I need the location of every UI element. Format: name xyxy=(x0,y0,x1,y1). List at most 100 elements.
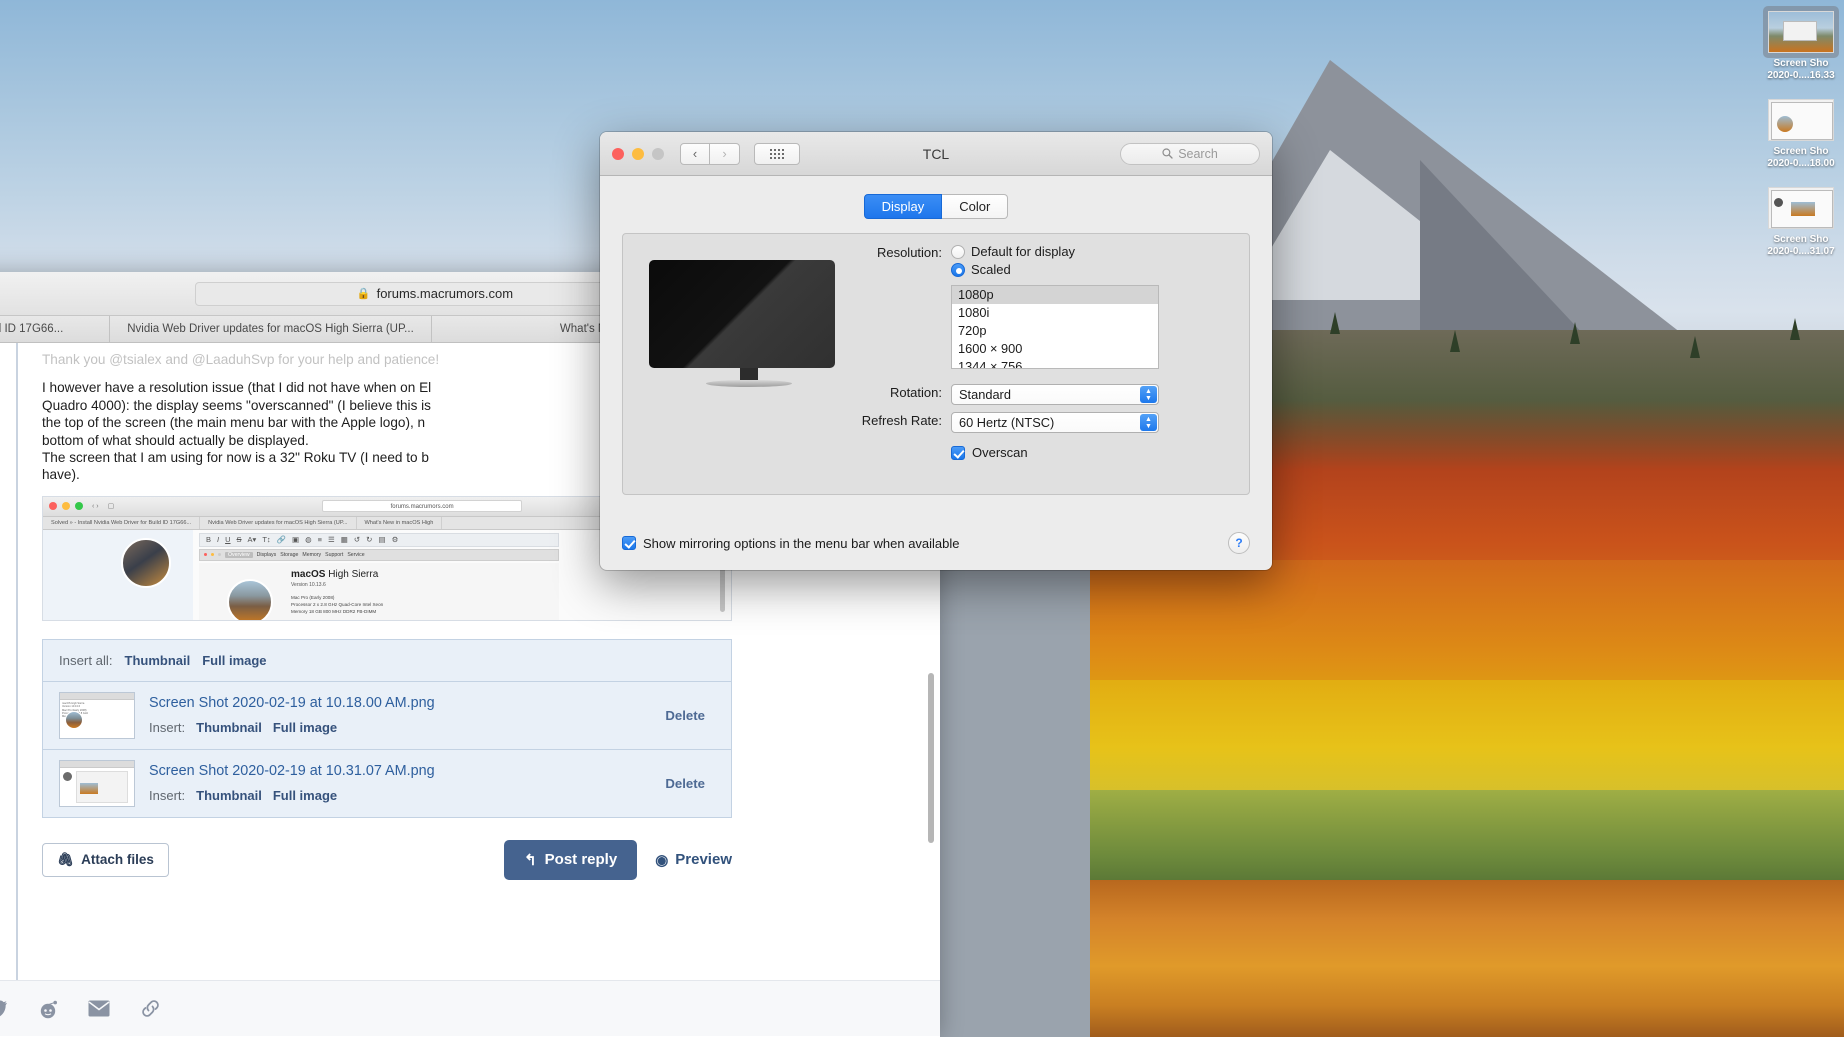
link-icon[interactable] xyxy=(140,998,161,1019)
desktop-icon-label-line1: Screen Sho xyxy=(1759,58,1843,70)
attachment-delete-link[interactable]: Delete xyxy=(665,708,715,723)
about-tab: Storage xyxy=(280,552,298,558)
chevron-updown-icon: ▲▼ xyxy=(1140,414,1157,431)
desktop-icon-thumb-wrap xyxy=(1763,6,1839,58)
insert-thumbnail-link[interactable]: Thumbnail xyxy=(196,788,262,803)
insert-all-thumbnail-link[interactable]: Thumbnail xyxy=(125,653,191,668)
text-color-icon: A▾ xyxy=(248,535,257,544)
rotation-label: Rotation: xyxy=(861,384,951,400)
overscan-checkbox[interactable]: Overscan xyxy=(951,445,1028,460)
radio-default-for-display[interactable]: Default for display xyxy=(951,244,1159,259)
attachment-thumbnail[interactable] xyxy=(59,760,135,807)
tcl-display-preferences-window: ‹ › TCL Search Display Color xyxy=(600,132,1272,570)
page-left-rail xyxy=(0,343,28,1036)
desktop-icon-label-line2: 2020-0....16.33 xyxy=(1759,70,1843,82)
nav-buttons: ‹ › xyxy=(680,143,740,165)
reply-arrow-icon: ↰ xyxy=(524,851,537,869)
about-tab: Service xyxy=(347,552,364,558)
os-version: Version 10.13.6 xyxy=(291,582,326,588)
close-button[interactable] xyxy=(612,148,624,160)
scaled-resolution-list[interactable]: 1080p 1080i 720p 1600 × 900 1344 × 756 xyxy=(951,285,1159,369)
mirroring-checkbox[interactable]: Show mirroring options in the menu bar w… xyxy=(622,536,960,551)
page-scrollbar[interactable] xyxy=(928,673,934,843)
link-icon: 🔗 xyxy=(277,535,286,544)
desktop-icon[interactable]: Screen Sho 2020-0....16.33 xyxy=(1759,6,1843,82)
attachment-filename[interactable]: Screen Shot 2020-02-19 at 10.18.00 AM.pn… xyxy=(149,695,651,711)
tv-preview-graphic xyxy=(649,260,849,387)
zoom-button xyxy=(652,148,664,160)
insert-label: Insert: xyxy=(149,788,185,803)
insert-full-image-link[interactable]: Full image xyxy=(273,788,337,803)
attachments-panel: Insert all: Thumbnail Full image macOS H… xyxy=(42,639,732,818)
display-color-tabs: Display Color xyxy=(622,194,1250,219)
rotation-row: Rotation: Standard ▲▼ xyxy=(861,384,1241,405)
window-traffic-lights xyxy=(612,148,664,160)
mirroring-label: Show mirroring options in the menu bar w… xyxy=(643,536,960,551)
globe-icon: ◍ xyxy=(305,535,312,544)
insert-full-image-link[interactable]: Full image xyxy=(273,720,337,735)
embedded-address-bar: forums.macrumors.com xyxy=(322,500,522,512)
maximize-dot-icon xyxy=(75,502,83,510)
tab-display[interactable]: Display xyxy=(864,194,943,219)
resolution-option[interactable]: 1080p xyxy=(952,286,1158,304)
radio-scaled[interactable]: Scaled xyxy=(951,262,1159,277)
font-size-icon: T↕ xyxy=(262,535,270,544)
post-reply-button[interactable]: ↰ Post reply xyxy=(504,840,637,880)
insert-thumbnail-link[interactable]: Thumbnail xyxy=(196,720,262,735)
attach-files-button[interactable]: 🖇 Attach files xyxy=(42,843,169,877)
tab-color[interactable]: Color xyxy=(942,194,1008,219)
attachment-filename[interactable]: Screen Shot 2020-02-19 at 10.31.07 AM.pn… xyxy=(149,763,651,779)
os-title-bold: macOS xyxy=(291,569,325,580)
minimize-button[interactable] xyxy=(632,148,644,160)
show-all-icon[interactable] xyxy=(754,143,800,165)
browser-tab[interactable]: Nvidia Web Driver updates for macOS High… xyxy=(110,316,432,342)
resolution-option[interactable]: 720p xyxy=(952,322,1158,340)
email-icon[interactable] xyxy=(88,1000,110,1017)
twitter-icon[interactable] xyxy=(0,999,8,1019)
about-tab: Displays xyxy=(257,552,277,558)
help-button[interactable]: ? xyxy=(1228,532,1250,554)
attachment-row: macOS High SierraVersion 10.13.6Mac Pro … xyxy=(43,682,731,750)
rotation-select[interactable]: Standard ▲▼ xyxy=(951,384,1159,405)
overscan-row: Overscan xyxy=(861,445,1241,460)
tcl-footer: Show mirroring options in the menu bar w… xyxy=(622,532,1250,554)
radio-label: Scaled xyxy=(971,262,1011,277)
embedded-tab: Nvidia Web Driver updates for macOS High… xyxy=(200,517,356,529)
desktop-icon-label-line1: Screen Sho xyxy=(1759,146,1843,158)
about-this-mac-panel: macOS High Sierra Version 10.13.6 Mac Pr… xyxy=(199,563,559,621)
attachment-thumbnail[interactable]: macOS High SierraVersion 10.13.6Mac Pro … xyxy=(59,692,135,739)
preview-button[interactable]: ◉ Preview xyxy=(655,851,732,869)
insert-label: Insert: xyxy=(149,720,185,735)
desktop-icon[interactable]: Screen Sho 2020-0....18.00 xyxy=(1759,94,1843,170)
rotation-value: Standard xyxy=(959,387,1011,402)
refresh-rate-row: Refresh Rate: 60 Hertz (NTSC) ▲▼ xyxy=(861,412,1241,433)
resolution-option[interactable]: 1600 × 900 xyxy=(952,340,1158,358)
avatar xyxy=(121,538,171,588)
eye-icon: ◉ xyxy=(655,851,668,869)
chevron-left-icon[interactable]: ‹ xyxy=(680,143,710,165)
browser-tab[interactable]: Build ID 17G66... xyxy=(0,316,110,342)
tcl-body: Display Color Resolution: Defa xyxy=(600,176,1272,570)
spec-line: Memory 18 GB 800 MHz DDR2 FB-DIMM xyxy=(291,608,383,615)
os-title: macOS High Sierra xyxy=(291,569,378,580)
resolution-row: Resolution: Default for display Scaled xyxy=(861,244,1241,369)
desktop-icon-list: Screen Sho 2020-0....16.33 Screen Sho 20… xyxy=(1758,0,1844,270)
address-bar-url: forums.macrumors.com xyxy=(377,286,514,301)
search-input[interactable]: Search xyxy=(1120,143,1260,165)
table-icon: ▦ xyxy=(341,535,348,544)
insert-all-full-image-link[interactable]: Full image xyxy=(202,653,266,668)
resolution-option[interactable]: 1080i xyxy=(952,304,1158,322)
screenshot-thumbnail-icon xyxy=(1768,11,1834,53)
preview-label: Preview xyxy=(675,851,732,868)
resolution-option[interactable]: 1344 × 756 xyxy=(952,358,1158,369)
attachment-delete-link[interactable]: Delete xyxy=(665,776,715,791)
attachment-info: Screen Shot 2020-02-19 at 10.31.07 AM.pn… xyxy=(149,763,651,803)
desktop-icon[interactable]: Screen Sho 2020-0....31.07 xyxy=(1759,182,1843,258)
reddit-icon[interactable] xyxy=(38,999,58,1019)
embedded-tab: What's New in macOS High xyxy=(357,517,443,529)
redo-icon: ↻ xyxy=(366,535,372,544)
post-reply-label: Post reply xyxy=(545,851,618,868)
desktop-icon-label-line2: 2020-0....31.07 xyxy=(1759,246,1843,258)
refresh-rate-select[interactable]: 60 Hertz (NTSC) ▲▼ xyxy=(951,412,1159,433)
insert-all-label: Insert all: xyxy=(59,653,113,668)
